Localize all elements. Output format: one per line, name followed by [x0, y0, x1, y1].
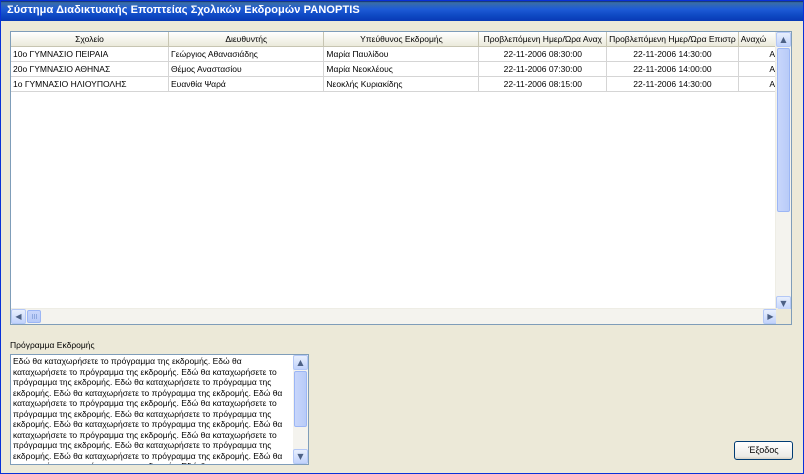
program-scroll-thumb[interactable]: [294, 371, 307, 427]
table-row[interactable]: 1ο ΓΥΜΝΑΣΙΟ ΗΛΙΟΥΠΟΛΗΣ Ευανθία Ψαρά Νεοκ…: [11, 76, 778, 92]
grid-viewport: Σχολείο Διευθυντής Υπεύθυνος Εκδρομής Πρ…: [11, 32, 778, 311]
cell-trip-leader[interactable]: Μαρία Παυλίδου: [323, 46, 480, 62]
cell-principal[interactable]: Θέμος Αναστασίου: [168, 61, 325, 77]
scroll-down-icon[interactable]: ▼: [293, 449, 308, 464]
cell-principal[interactable]: Ευανθία Ψαρά: [168, 76, 325, 92]
scroll-left-icon[interactable]: ◀: [11, 309, 26, 324]
scrollbar-corner: [776, 309, 791, 324]
grid-horizontal-scrollbar[interactable]: ◀ ▶: [11, 308, 778, 324]
table-header-row: Σχολείο Διευθυντής Υπεύθυνος Εκδρομής Πρ…: [11, 32, 778, 47]
cell-departure[interactable]: 22-11-2006 08:30:00: [478, 46, 608, 62]
column-header-principal[interactable]: Διευθυντής: [168, 32, 325, 47]
cell-trip-leader[interactable]: Μαρία Νεοκλέους: [323, 61, 480, 77]
column-header-return[interactable]: Προβλεπόμενη Ημερ/Ώρα Επιστρ: [606, 32, 739, 47]
column-header-trip-leader[interactable]: Υπεύθυνος Εκδρομής: [323, 32, 480, 47]
column-header-school[interactable]: Σχολείο: [11, 32, 170, 47]
cell-departure[interactable]: 22-11-2006 08:15:00: [478, 76, 608, 92]
cell-school[interactable]: 1ο ΓΥΜΝΑΣΙΟ ΗΛΙΟΥΠΟΛΗΣ: [11, 76, 170, 92]
program-vertical-scrollbar[interactable]: ▲ ▼: [293, 355, 308, 464]
table-row[interactable]: 20ο ΓΥΜΝΑΣΙΟ ΑΘΗΝΑΣ Θέμος Αναστασίου Μαρ…: [11, 61, 778, 77]
exit-button[interactable]: Έξοδος: [734, 441, 793, 460]
cell-return[interactable]: 22-11-2006 14:30:00: [606, 76, 739, 92]
cell-principal[interactable]: Γεώργιος Αθανασιάδης: [168, 46, 325, 62]
column-header-departed[interactable]: Αναχώ: [738, 32, 778, 47]
vertical-scroll-thumb[interactable]: [777, 48, 790, 212]
grid-vertical-scrollbar[interactable]: ▲ ▼: [775, 32, 791, 311]
table-row[interactable]: 10ο ΓΥΜΝΑΣΙΟ ΠΕΙΡΑΙΑ Γεώργιος Αθανασιάδη…: [11, 46, 778, 62]
grip-line: [32, 314, 33, 319]
grip-line: [36, 314, 37, 319]
column-header-departure[interactable]: Προβλεπόμενη Ημερ/Ώρα Αναχ: [478, 32, 608, 47]
horizontal-scroll-thumb[interactable]: [27, 310, 41, 323]
scroll-up-icon[interactable]: ▲: [776, 32, 791, 47]
cell-departed[interactable]: Α: [738, 46, 778, 62]
main-window: Σύστημα Διαδικτυακής Εποπτείας Σχολικών …: [0, 0, 804, 474]
title-bar[interactable]: Σύστημα Διαδικτυακής Εποπτείας Σχολικών …: [1, 1, 803, 21]
cell-return[interactable]: 22-11-2006 14:00:00: [606, 61, 739, 77]
cell-departed[interactable]: Α: [738, 61, 778, 77]
cell-school[interactable]: 10ο ΓΥΜΝΑΣΙΟ ΠΕΙΡΑΙΑ: [11, 46, 170, 62]
trips-table: Σχολείο Διευθυντής Υπεύθυνος Εκδρομής Πρ…: [11, 32, 778, 92]
cell-school[interactable]: 20ο ΓΥΜΝΑΣΙΟ ΑΘΗΝΑΣ: [11, 61, 170, 77]
cell-trip-leader[interactable]: Νεοκλής Κυριακίδης: [323, 76, 480, 92]
program-text[interactable]: Εδώ θα καταχωρήσετε το πρόγραμμα της εκδ…: [13, 356, 293, 464]
cell-return[interactable]: 22-11-2006 14:30:00: [606, 46, 739, 62]
scroll-up-icon[interactable]: ▲: [293, 355, 308, 370]
grip-line: [34, 314, 35, 319]
cell-departed[interactable]: Α: [738, 76, 778, 92]
cell-departure[interactable]: 22-11-2006 07:30:00: [478, 61, 608, 77]
program-label: Πρόγραμμα Εκδρομής: [10, 340, 95, 350]
trips-grid[interactable]: Σχολείο Διευθυντής Υπεύθυνος Εκδρομής Πρ…: [10, 31, 792, 325]
program-textarea[interactable]: Εδώ θα καταχωρήσετε το πρόγραμμα της εκδ…: [10, 354, 309, 465]
window-title: Σύστημα Διαδικτυακής Εποπτείας Σχολικών …: [7, 4, 360, 16]
